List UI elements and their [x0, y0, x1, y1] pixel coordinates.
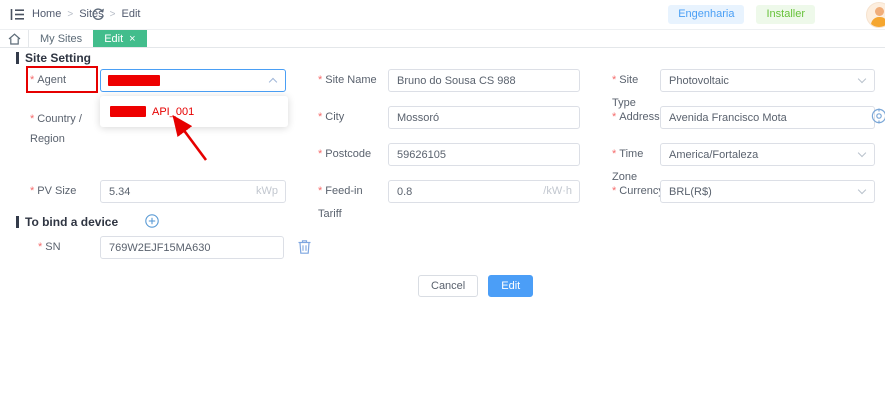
tab-edit[interactable]: Edit ×: [93, 30, 146, 47]
address-label: *Address: [612, 106, 662, 129]
menu-icon[interactable]: [10, 8, 25, 24]
agent-dropdown-option[interactable]: API_001: [100, 96, 288, 127]
site-name-field: [388, 69, 580, 92]
refresh-icon[interactable]: [90, 7, 105, 25]
avatar[interactable]: [866, 2, 885, 28]
pv-size-field: kWp: [100, 180, 286, 203]
agent-select[interactable]: [100, 69, 286, 92]
required-marker: *: [318, 74, 322, 86]
sn-field: [100, 236, 284, 259]
required-marker: *: [612, 185, 616, 197]
postcode-field: [388, 143, 580, 166]
home-icon: [8, 33, 21, 45]
site-type-select[interactable]: [660, 69, 875, 92]
required-marker: *: [318, 148, 322, 160]
edit-submit-button[interactable]: Edit: [488, 275, 533, 297]
city-field: [388, 106, 580, 129]
address-field: [660, 106, 875, 129]
form-actions: Cancel Edit: [418, 275, 533, 297]
pv-size-input[interactable]: [100, 180, 286, 203]
address-input[interactable]: [660, 106, 875, 129]
delete-sn-button[interactable]: [297, 239, 312, 258]
home-tab-button[interactable]: [0, 30, 29, 47]
agent-dropdown-panel: API_001: [100, 96, 288, 127]
redaction-overlay: [108, 75, 160, 86]
required-marker: *: [30, 113, 34, 125]
tab-my-sites[interactable]: My Sites: [29, 30, 93, 47]
breadcrumb-home[interactable]: Home: [32, 8, 61, 20]
site-name-label: *Site Name: [318, 69, 386, 92]
site-edit-page: Home > Sites > Edit Engenharia Installer: [0, 0, 885, 403]
sn-input[interactable]: [100, 236, 284, 259]
feed-in-tariff-field: /kW·h: [388, 180, 580, 203]
site-name-input[interactable]: [388, 69, 580, 92]
postcode-label: *Postcode: [318, 143, 386, 166]
add-device-button[interactable]: [145, 214, 159, 231]
avatar-head: [875, 7, 884, 16]
city-label: *City: [318, 106, 386, 129]
currency-select[interactable]: [660, 180, 875, 203]
feed-in-tariff-label: *Feed-in Tariff: [318, 180, 386, 226]
section-accent-bar: [16, 52, 19, 64]
plus-circle-icon: [145, 214, 159, 228]
feed-in-tariff-input[interactable]: [388, 180, 580, 203]
bind-device-section-title: To bind a device: [16, 215, 118, 229]
postcode-input[interactable]: [388, 143, 580, 166]
tab-bar: My Sites Edit ×: [0, 30, 885, 48]
role-badge[interactable]: Engenharia: [668, 5, 744, 24]
required-marker: *: [612, 111, 616, 123]
time-zone-input[interactable]: [660, 143, 875, 166]
required-marker: *: [38, 241, 42, 253]
agent-label: *Agent: [30, 69, 96, 92]
site-setting-section-title: Site Setting: [16, 51, 91, 65]
site-type-input[interactable]: [660, 69, 875, 92]
breadcrumb-edit[interactable]: Edit: [122, 8, 141, 20]
currency-label: *Currency: [612, 180, 662, 203]
agent-option-label: API_001: [152, 106, 194, 118]
section-accent-bar: [16, 216, 19, 228]
required-marker: *: [612, 148, 616, 160]
locate-address-icon[interactable]: [871, 108, 885, 127]
account-type-badge[interactable]: Installer: [756, 5, 815, 24]
currency-input[interactable]: [660, 180, 875, 203]
avatar-body: [871, 17, 885, 28]
time-zone-select[interactable]: [660, 143, 875, 166]
redaction-overlay: [110, 106, 146, 117]
pv-size-label: *PV Size: [30, 180, 96, 203]
close-icon[interactable]: ×: [129, 33, 135, 45]
required-marker: *: [30, 74, 34, 86]
breadcrumb: Home > Sites > Edit: [32, 8, 140, 20]
required-marker: *: [30, 185, 34, 197]
required-marker: *: [612, 74, 616, 86]
required-marker: *: [318, 111, 322, 123]
country-region-label: *Country / Region: [30, 109, 92, 149]
required-marker: *: [318, 185, 322, 197]
breadcrumb-separator: >: [67, 9, 73, 20]
cancel-button[interactable]: Cancel: [418, 275, 478, 297]
breadcrumb-separator: >: [110, 9, 116, 20]
user-badges: Engenharia Installer: [668, 5, 815, 24]
top-bar: Home > Sites > Edit Engenharia Installer: [0, 0, 885, 30]
city-input[interactable]: [388, 106, 580, 129]
trash-icon: [297, 239, 312, 255]
sn-label: *SN: [38, 236, 61, 259]
